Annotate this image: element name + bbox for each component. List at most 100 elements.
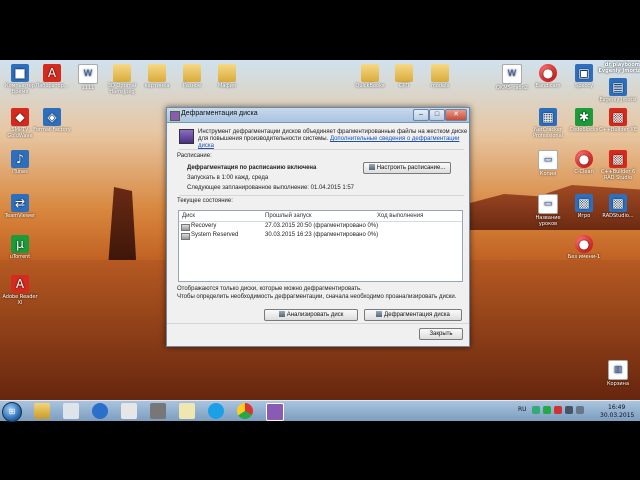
desktop-icon[interactable]: models [420, 64, 460, 89]
printer-icon[interactable] [63, 403, 79, 419]
desktop-icon[interactable]: ▤ Evgeniy Jmoriz [598, 78, 638, 103]
desktop-icon[interactable]: картинка [137, 64, 177, 89]
image-viewer-icon[interactable] [179, 403, 195, 419]
defragment-disk-label: Дефрагментация диска [384, 312, 450, 318]
clock-date[interactable]: 30.03.2015 [600, 412, 634, 419]
desktop-icon-image: ▩ [609, 194, 627, 212]
configure-schedule-button[interactable]: Настроить расписание... [363, 162, 451, 174]
drive-icon [181, 224, 190, 231]
desktop-icon[interactable]: ♪ iTunes [0, 150, 40, 175]
desktop-icon[interactable]: ▭ Название уроков [528, 194, 568, 227]
desktop-icon-label: Разное [182, 83, 202, 89]
desktop-icon-label: СРП [398, 83, 410, 89]
column-disk[interactable]: Диск [182, 213, 195, 219]
desktop-icon-image: ◆ [11, 108, 29, 126]
desktop-icon[interactable]: ◈ Format Factory [32, 108, 72, 133]
desktop-icon-image: ▭ [538, 150, 558, 170]
disk-row[interactable]: Recovery 27.03.2015 20:50 (фрагментирова… [179, 222, 462, 231]
notepad-icon[interactable] [121, 403, 137, 419]
desktop-icon[interactable]: W OKMS-табл2 [492, 64, 532, 91]
configure-schedule-label: Настроить расписание... [376, 165, 446, 171]
analyze-disk-label: Анализировать диск [286, 312, 344, 318]
desktop-icon[interactable]: СРП [384, 64, 424, 89]
desktop-icon[interactable]: ▩ C++Builder XE [598, 108, 638, 133]
start-button[interactable]: ⊞ [2, 402, 22, 422]
desktop-icon-label: OKMS-табл2 [496, 85, 528, 91]
dialog-titlebar[interactable]: Дефрагментация диска – □ ✕ [167, 108, 469, 123]
clock-time[interactable]: 16:49 [608, 404, 625, 411]
desktop-icon[interactable]: ● Bandicam [528, 64, 568, 89]
language-indicator[interactable]: RU [518, 406, 527, 413]
column-progress[interactable]: Ход выполнения [377, 213, 423, 219]
divider [179, 195, 464, 196]
desktop-icon-label: Мафия [218, 83, 236, 89]
desktop-icon-image: W [78, 64, 98, 84]
minimize-button[interactable]: – [413, 109, 429, 121]
network-icon[interactable] [565, 406, 573, 414]
desktop-icon-label: Adobe Reader XI [2, 294, 38, 306]
desktop-icon-image [218, 64, 236, 82]
desktop-icon-label: C++Builder XE [599, 127, 637, 133]
intro-text: Инструмент дефрагментации дисков объедин… [198, 129, 468, 150]
desktop-icon-label: Компьютер Время [5, 83, 35, 95]
desktop-icon-label: Speccy [575, 83, 593, 89]
disk-row[interactable]: System Reserved 30.03.2015 16:23 (фрагме… [179, 231, 462, 240]
tray-icon[interactable] [532, 406, 540, 414]
desktop-icon[interactable]: ▦ NetCracker Professional [528, 108, 568, 139]
maximize-button[interactable]: □ [429, 109, 445, 121]
skype-icon[interactable] [208, 403, 224, 419]
shield-icon [278, 311, 285, 317]
current-state-heading: Текущее состояние: [177, 198, 233, 204]
desktop-icon-label: uTorrent [9, 254, 31, 260]
desktop-icon-label: NetCracker Professional [532, 127, 564, 139]
defrag-taskbar-icon[interactable] [266, 403, 284, 421]
desktop-icon[interactable]: 3D Optimal HamsJpeg [102, 64, 142, 95]
analyze-disk-button[interactable]: Анализировать диск [264, 309, 358, 321]
desktop-icon-image: ▩ [609, 150, 627, 168]
desktop-icon[interactable]: ▩ RADStudio... [598, 194, 638, 219]
desktop-icon[interactable]: ▩ C++Builder 6 RAD Studio [598, 150, 638, 181]
desktop-icon-label: C-Clean [574, 169, 594, 175]
desktop-icon-image: ▭ [538, 194, 558, 214]
column-last-run[interactable]: Прошлый запуск [265, 213, 312, 219]
tray-icon[interactable] [543, 406, 551, 414]
desktop-icon-image: ▦ [539, 108, 557, 126]
desktop-icon[interactable]: ● Без имени-1 [564, 235, 604, 260]
desktop-icon-image [113, 64, 131, 82]
defrag-app-icon [170, 111, 180, 121]
desktop-icon[interactable]: ▥ Корзина [598, 360, 638, 387]
desktop-icon-label: iTunes [12, 169, 28, 175]
tools-icon[interactable] [150, 403, 166, 419]
defragment-disk-button[interactable]: Дефрагментация диска [364, 309, 462, 321]
ie-icon[interactable] [92, 403, 108, 419]
desktop-icon-label: 3D Optimal HamsJpeg [107, 83, 137, 95]
desktop-icon-label: QuickBooks [355, 83, 385, 89]
tray-icon[interactable] [554, 406, 562, 414]
desktop-icon-image: ▤ [609, 78, 627, 96]
desktop-icon[interactable]: Мафия [207, 64, 247, 89]
desktop-icon-image: ♪ [11, 150, 29, 168]
desktop-icon-label: TeamViewer [4, 213, 36, 219]
disk-name: System Reserved [191, 232, 239, 238]
disk-last-run: 30.03.2015 16:23 (фрагментировано 0%) [265, 232, 379, 238]
desktop-icon[interactable]: A Лаборатор... [32, 64, 72, 89]
explorer-icon[interactable] [34, 403, 50, 419]
close-button[interactable]: Закрыть [419, 328, 463, 340]
desktop-icon-label: Format Factory [33, 127, 71, 133]
disk-list[interactable]: Диск Прошлый запуск Ход выполнения Recov… [178, 210, 463, 282]
volume-icon[interactable] [576, 406, 584, 414]
desktop-icon-label: SMPTV GoldWave [7, 127, 33, 139]
close-window-button[interactable]: ✕ [445, 109, 467, 121]
desktop-icon[interactable]: ▭ Копия [528, 150, 568, 177]
desktop-icon[interactable]: ⇄ TeamViewer [0, 194, 40, 219]
desktop-icon-image: ▩ [575, 194, 593, 212]
schedule-status: Дефрагментация по расписанию включена [187, 165, 317, 171]
desktop-icon[interactable]: Разное [172, 64, 212, 89]
schedule-heading: Расписание: [177, 153, 212, 159]
desktop-icon[interactable]: A Adobe Reader XI [0, 275, 40, 306]
desktop-icon-label: Без имени-1 [567, 254, 601, 260]
chrome-icon[interactable] [237, 403, 253, 419]
desktop-icon-label: C++Builder 6 RAD Studio [600, 169, 636, 181]
desktop-icon[interactable]: µ uTorrent [0, 235, 40, 260]
desktop-icon-label: Название уроков [535, 215, 561, 227]
